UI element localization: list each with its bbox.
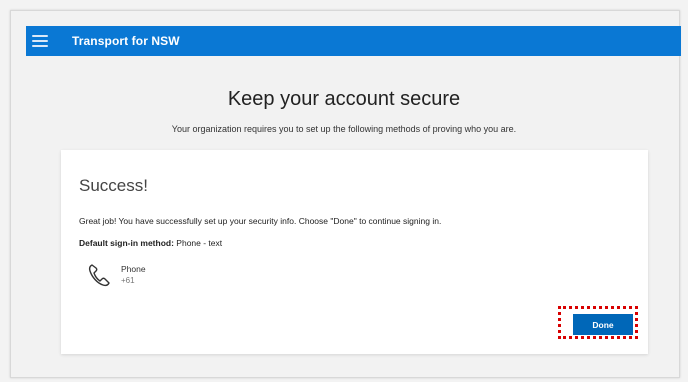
default-method-label: Default sign-in method: xyxy=(79,238,174,248)
security-method-row: Phone +61 xyxy=(87,262,146,288)
success-message: Great job! You have successfully set up … xyxy=(79,216,442,226)
hamburger-menu-icon[interactable] xyxy=(32,35,48,47)
page-subtitle: Your organization requires you to set up… xyxy=(171,124,517,134)
brand-name: Transport for NSW xyxy=(72,34,180,48)
phone-icon xyxy=(88,264,110,287)
method-phone-number: +61 xyxy=(121,276,135,285)
success-card: Success! Great job! You have successfull… xyxy=(61,150,648,354)
default-sign-in-method: Default sign-in method: Phone - text xyxy=(79,238,222,248)
success-title: Success! xyxy=(79,176,148,195)
page-title: Keep your account secure xyxy=(227,88,461,110)
top-navigation-bar: Transport for NSW xyxy=(26,26,681,56)
method-name: Phone xyxy=(121,264,146,274)
default-method-value: Phone - text xyxy=(176,238,223,248)
done-button[interactable]: Done xyxy=(573,314,633,335)
